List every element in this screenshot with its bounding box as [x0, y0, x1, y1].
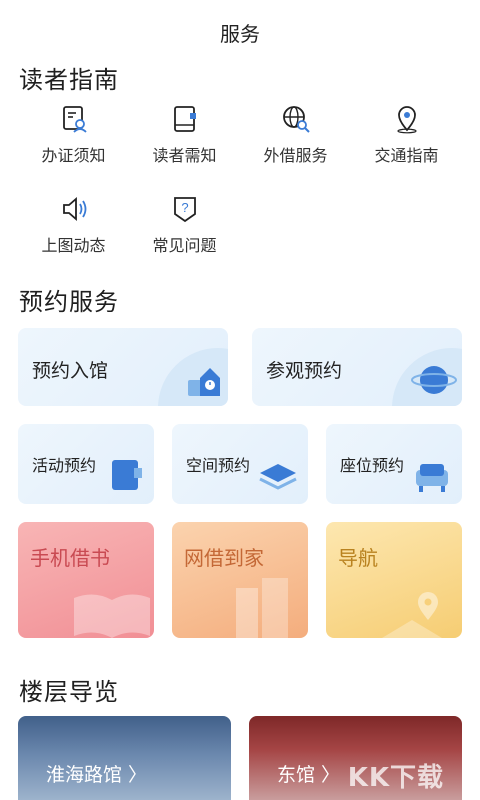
guide-item-lending[interactable]: 外借服务	[240, 104, 351, 174]
guide-item-label: 常见问题	[152, 236, 217, 255]
notebook-icon	[173, 106, 196, 132]
card-label: 导航	[338, 546, 378, 570]
card-seat-booking[interactable]: 座位预约	[326, 424, 462, 504]
calendar-book-icon	[112, 460, 142, 490]
card-space-booking[interactable]: 空间预约	[172, 424, 308, 504]
guide-item-transport[interactable]: 交通指南	[351, 104, 462, 174]
section-title-floor-guide: 楼层导览	[19, 678, 119, 706]
section-title-reader-guide: 读者指南	[19, 66, 119, 94]
card-online-borrow-home[interactable]: 网借到家	[172, 522, 308, 638]
guide-item-label: 办证须知	[41, 146, 106, 165]
sofa-icon	[416, 464, 448, 492]
card-label: 预约入馆	[32, 360, 109, 382]
guide-item-news[interactable]: 上图动态	[18, 194, 129, 264]
location-pin-icon	[396, 106, 417, 134]
card-label: 手机借书	[30, 546, 110, 570]
card-entry-booking[interactable]: 预约入馆	[18, 328, 228, 406]
layers-icon	[259, 464, 297, 490]
hall-card-huaihai[interactable]: 淮海路馆 〉	[18, 716, 231, 800]
card-label: 参观预约	[266, 360, 343, 382]
card-label: 网借到家	[184, 546, 264, 570]
card-activity-booking[interactable]: 活动预约	[18, 424, 154, 504]
hall-label: 东馆 〉	[277, 764, 341, 786]
card-label: 座位预约	[340, 456, 405, 475]
question-icon: ?	[173, 197, 196, 223]
buildings-icon	[236, 578, 288, 638]
card-label: 活动预约	[32, 456, 97, 475]
watermark: KK下载	[347, 763, 444, 793]
section-title-booking: 预约服务	[19, 288, 119, 316]
guide-item-label: 外借服务	[263, 146, 328, 165]
guide-item-label: 上图动态	[41, 236, 106, 255]
guide-item-reader-notice[interactable]: 读者需知	[129, 104, 240, 174]
card-navigation[interactable]: 导航	[326, 522, 462, 638]
building-clock-icon	[158, 348, 228, 406]
guide-item-card-rules[interactable]: 办证须知	[18, 104, 129, 174]
hall-label: 淮海路馆 〉	[46, 764, 148, 786]
open-book-icon	[74, 594, 150, 638]
card-visit-booking[interactable]: 参观预约	[252, 328, 462, 406]
hall-card-east[interactable]: 东馆 〉 KK下载	[249, 716, 462, 800]
globe-search-icon	[282, 106, 310, 133]
guide-item-label: 读者需知	[152, 146, 217, 165]
map-pin-icon	[382, 592, 442, 638]
planet-icon	[392, 348, 462, 406]
card-mobile-borrow[interactable]: 手机借书	[18, 522, 154, 638]
guide-item-label: 交通指南	[374, 146, 439, 165]
id-card-icon	[62, 106, 87, 133]
guide-item-faq[interactable]: ? 常见问题	[129, 194, 240, 264]
speaker-icon	[62, 197, 86, 221]
svg-text:?: ?	[181, 200, 188, 215]
page-title: 服务	[220, 22, 260, 46]
card-label: 空间预约	[186, 456, 251, 475]
